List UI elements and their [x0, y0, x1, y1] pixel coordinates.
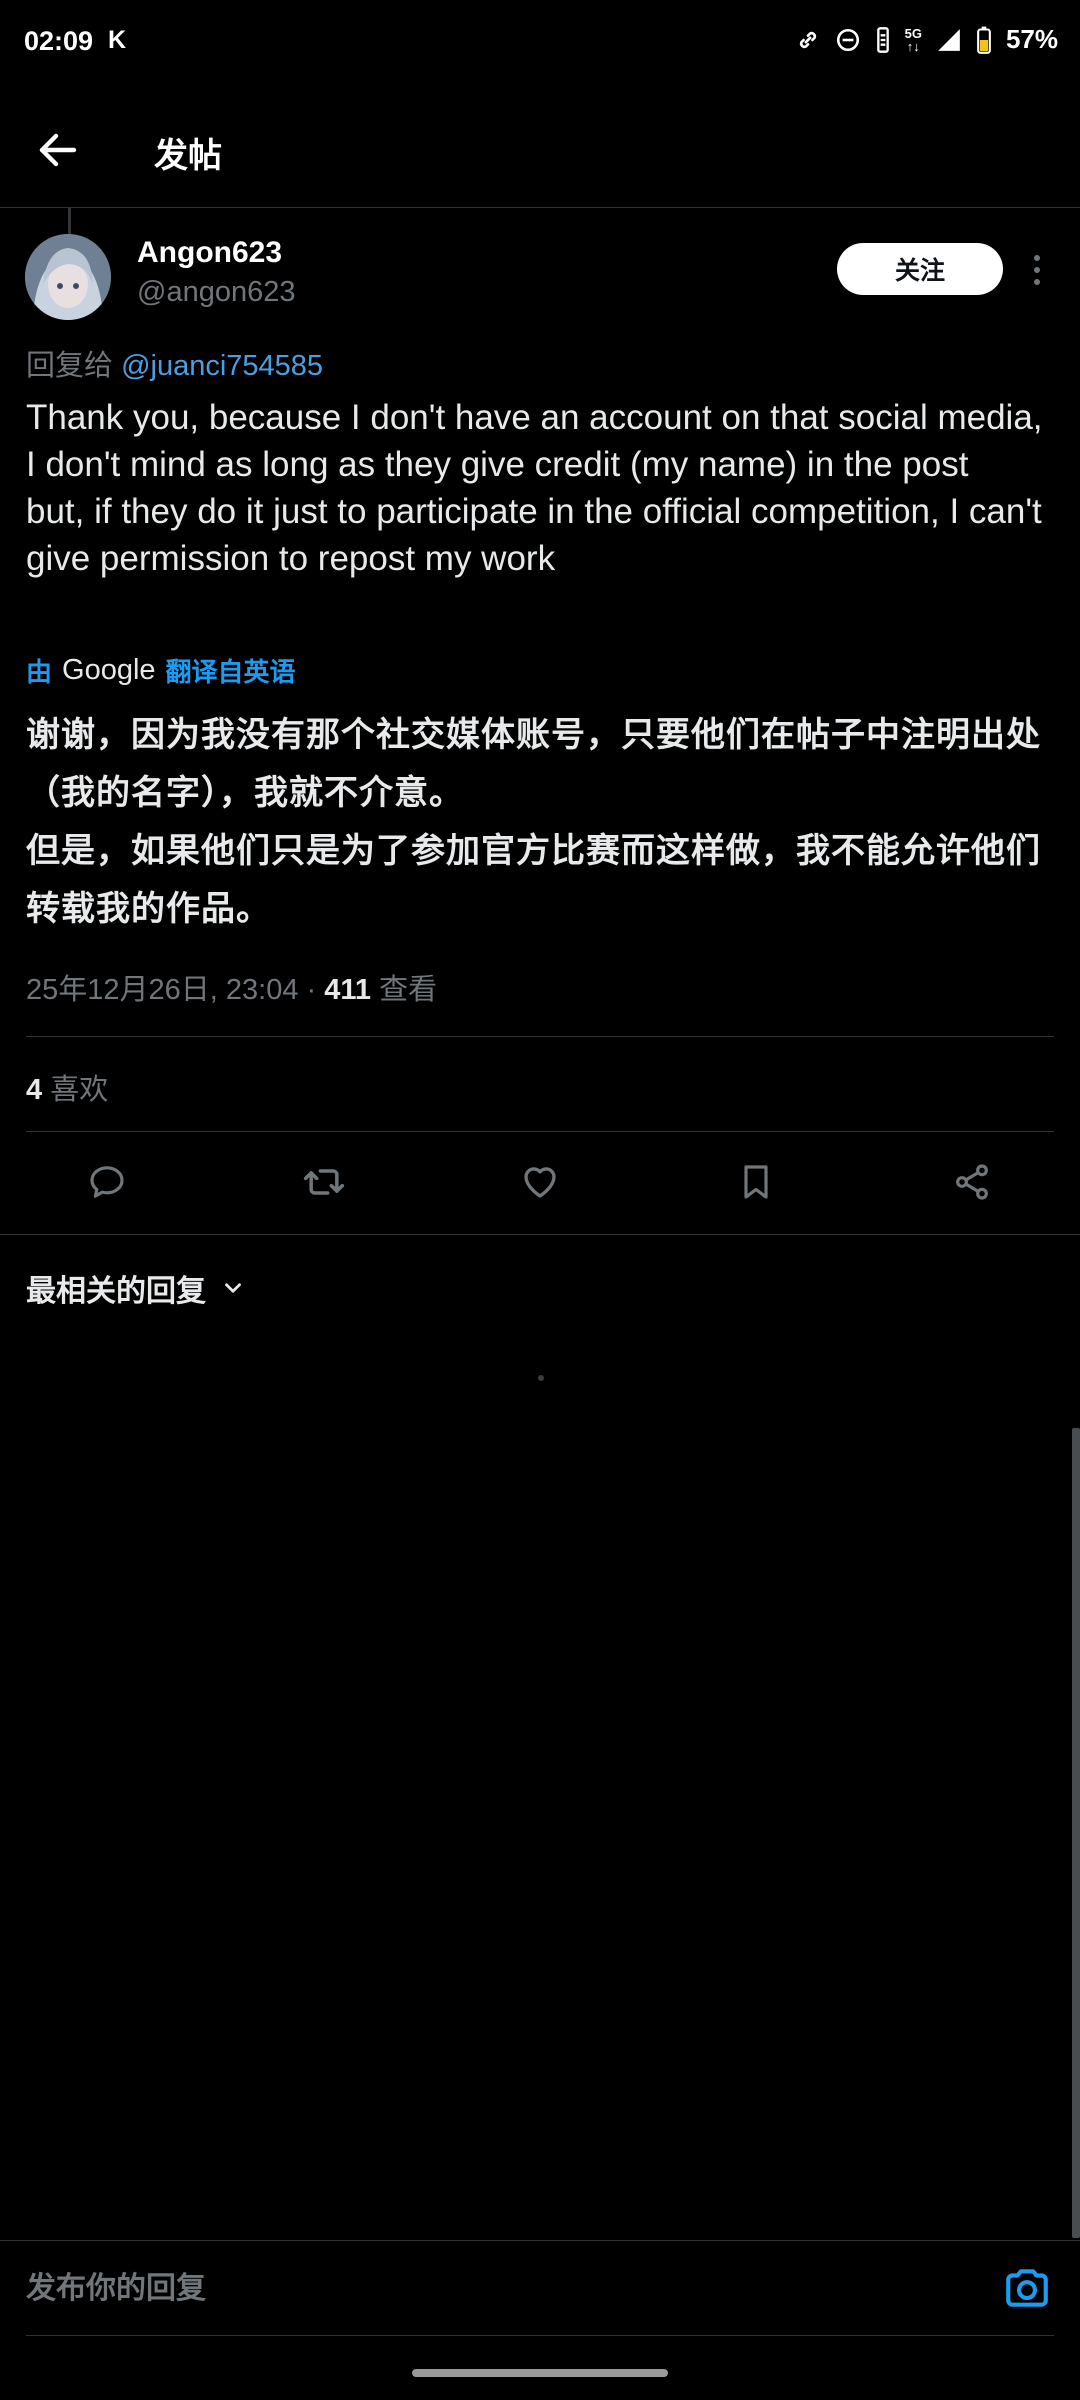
section-divider — [0, 1234, 1080, 1235]
gesture-nav-handle[interactable] — [412, 2369, 668, 2377]
tweet-meta: 25年12月26日, 23:04 · 411 查看 — [26, 966, 437, 1008]
arrow-left-icon[interactable] — [34, 126, 82, 174]
tweet-text-line: Thank you, because I don't have an accou… — [26, 398, 1053, 484]
like-button[interactable] — [488, 1130, 592, 1234]
retweet-icon — [303, 1169, 345, 1195]
carrier-icon: K — [108, 26, 127, 54]
status-bar: 02:09 K 5G ↑↓ 57% — [0, 0, 1080, 90]
reply-button[interactable] — [55, 1130, 159, 1234]
views-label: 查看 — [371, 974, 438, 1006]
follow-button[interactable]: 关注 — [837, 243, 1003, 295]
scrollbar[interactable] — [1072, 1428, 1080, 2238]
reply-input[interactable] — [26, 2263, 986, 2315]
share-button[interactable] — [920, 1130, 1024, 1234]
avatar-image — [25, 234, 111, 320]
reply-icon — [90, 1166, 124, 1198]
bookmark-button[interactable] — [704, 1130, 808, 1234]
author-handle[interactable]: @angon623 — [137, 276, 295, 309]
replies-sort-dropdown[interactable]: 最相关的回复 — [26, 1266, 246, 1310]
replies-sort-label: 最相关的回复 — [26, 1275, 206, 1308]
battery-level: 57% — [1005, 24, 1058, 54]
translation-attribution: 由 Google 翻译自英语 — [26, 652, 296, 689]
retweet-button[interactable] — [272, 1130, 376, 1234]
tweet-timestamp[interactable]: 25年12月26日, 23:04 — [26, 974, 298, 1006]
reply-context: 回复给 @juanci754585 — [26, 342, 323, 384]
translate-source-link[interactable]: 翻译自英语 — [166, 652, 296, 689]
page-title: 发帖 — [154, 137, 222, 175]
tweet-action-bar — [0, 1130, 1080, 1234]
status-time: 02:09 — [24, 26, 94, 56]
reply-prefix: 回复给 — [26, 350, 114, 382]
tweet-text-line: but, if they do it just to participate i… — [26, 492, 1052, 578]
chevron-down-icon — [225, 1283, 241, 1293]
meta-separator: · — [298, 974, 325, 1006]
likes-stat[interactable]: 4 喜欢 — [26, 1066, 108, 1108]
dnd-icon — [836, 28, 859, 51]
avatar[interactable] — [25, 234, 111, 320]
link-icon — [799, 31, 816, 48]
network-label: 5G ↑↓ — [904, 25, 922, 54]
views-count: 411 — [324, 974, 372, 1006]
bookmark-icon — [744, 1165, 768, 1199]
vibrate-icon — [876, 26, 889, 53]
camera-icon[interactable] — [1002, 2263, 1052, 2313]
battery-icon — [977, 26, 991, 54]
divider — [26, 1036, 1054, 1037]
like-icon — [524, 1167, 556, 1198]
signal-icon — [938, 28, 960, 51]
top-app-bar: 发帖 — [0, 90, 1080, 208]
more-options-icon[interactable] — [1022, 250, 1052, 290]
tweet-text: Thank you, because I don't have an accou… — [26, 394, 1056, 582]
translated-text: 谢谢，因为我没有那个社交媒体账号，只要他们在帖子中注明出处（我的名字），我就不介… — [26, 706, 1056, 938]
thread-connector — [68, 208, 71, 234]
translated-text-line: 谢谢，因为我没有那个社交媒体账号，只要他们在帖子中注明出处（我的名字），我就不介… — [26, 716, 1041, 812]
reply-composer — [0, 2240, 1080, 2336]
loading-indicator — [538, 1375, 544, 1381]
author-name[interactable]: Angon623 — [137, 236, 282, 270]
likes-count: 4 — [26, 1074, 43, 1106]
translate-by: 由 — [26, 657, 53, 687]
translated-text-line: 但是，如果他们只是为了参加官方比赛而这样做，我不能允许他们转载我的作品。 — [26, 832, 1041, 928]
status-icons: 5G ↑↓ 57% — [795, 24, 1058, 55]
reply-mention-link[interactable]: @juanci754585 — [121, 350, 323, 382]
google-logo: Google — [62, 654, 156, 686]
likes-label: 喜欢 — [42, 1074, 109, 1106]
share-icon — [956, 1164, 988, 1200]
composer-divider — [26, 2335, 1054, 2336]
